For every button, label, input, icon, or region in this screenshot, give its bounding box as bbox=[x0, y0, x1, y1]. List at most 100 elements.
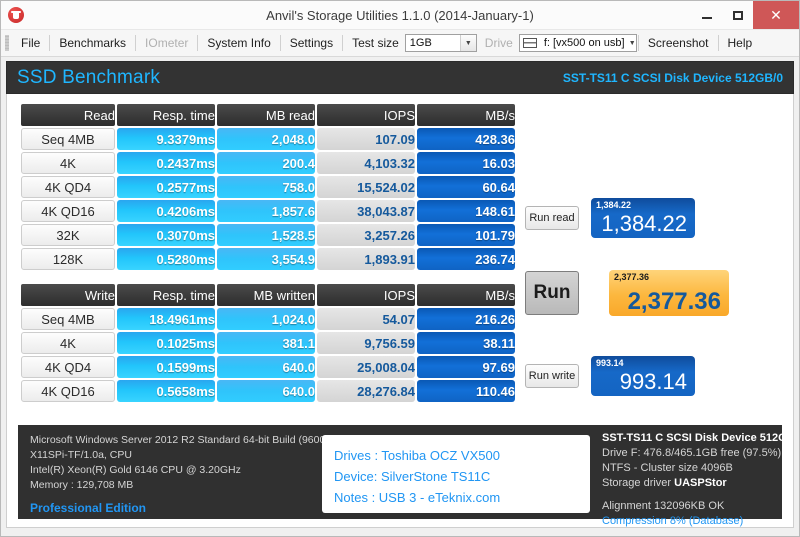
minimize-icon bbox=[701, 16, 712, 19]
read-row-label[interactable]: Seq 4MB bbox=[21, 128, 115, 150]
write-iops-value: 28,276.84 bbox=[317, 380, 415, 402]
read-mbs-value: 16.03 bbox=[417, 152, 515, 174]
read-mb-value: 758.0 bbox=[217, 176, 315, 198]
write-row-label[interactable]: 4K QD4 bbox=[21, 356, 115, 378]
toolbar-separator bbox=[49, 35, 51, 51]
write-col-header-3: IOPS bbox=[317, 284, 415, 306]
toolbar-separator bbox=[279, 35, 281, 51]
write-mbs-value: 216.26 bbox=[417, 308, 515, 330]
menu-help[interactable]: Help bbox=[720, 33, 761, 53]
title-bar: Anvil's Storage Utilities 1.1.0 (2014-Ja… bbox=[1, 1, 799, 30]
read-row-label[interactable]: 4K QD16 bbox=[21, 200, 115, 222]
notes-device: Device: SilverStone TS11C bbox=[334, 469, 491, 484]
read-iops-value: 3,257.26 bbox=[317, 224, 415, 246]
write-col-header-1: Resp. time bbox=[117, 284, 215, 306]
read-resp-value: 0.3070ms bbox=[117, 224, 215, 246]
table-row: 32K 0.3070ms 1,528.5 3,257.26 101.79 bbox=[21, 224, 515, 246]
toolbar-separator bbox=[197, 35, 199, 51]
menu-screenshot[interactable]: Screenshot bbox=[640, 33, 717, 53]
test-size-label: Test size bbox=[352, 36, 399, 50]
menu-system-info[interactable]: System Info bbox=[199, 33, 278, 53]
total-score-small: 2,377.36 bbox=[614, 272, 650, 282]
read-mbs-value: 60.64 bbox=[417, 176, 515, 198]
write-score-value: 993.14 bbox=[619, 369, 687, 394]
read-mb-value: 2,048.0 bbox=[217, 128, 315, 150]
read-row-label[interactable]: 4K bbox=[21, 152, 115, 174]
main-content: Read Resp. time MB read IOPS MB/s Seq 4M… bbox=[6, 94, 794, 528]
run-read-button[interactable]: Run read bbox=[525, 206, 579, 230]
test-size-select[interactable]: 1GB ▼ bbox=[404, 34, 477, 52]
write-mb-value: 640.0 bbox=[217, 356, 315, 378]
write-row-label[interactable]: 4K bbox=[21, 332, 115, 354]
menu-iometer: IOmeter bbox=[145, 36, 189, 50]
read-col-header-3: IOPS bbox=[317, 104, 415, 126]
write-results-table: Write Resp. time MB written IOPS MB/s Se… bbox=[19, 282, 517, 404]
drive-info-title: SST-TS11 C SCSI Disk Device 512GB/0 bbox=[602, 432, 794, 444]
toolbar-separator bbox=[135, 35, 137, 51]
read-resp-value: 0.2437ms bbox=[117, 152, 215, 174]
read-row-label[interactable]: 4K QD4 bbox=[21, 176, 115, 198]
menu-settings[interactable]: Settings bbox=[282, 33, 341, 53]
maximize-button[interactable] bbox=[722, 1, 753, 29]
table-row: 4K QD16 0.4206ms 1,857.6 38,043.87 148.6… bbox=[21, 200, 515, 222]
chevron-down-icon[interactable]: ▼ bbox=[459, 35, 476, 51]
window-controls: ✕ bbox=[691, 1, 799, 29]
table-row: 4K QD4 0.2577ms 758.0 15,524.02 60.64 bbox=[21, 176, 515, 198]
write-score-row: Run write 993.14 993.14 bbox=[525, 356, 695, 396]
drive-alignment: Alignment 132096KB OK bbox=[602, 500, 725, 512]
read-mbs-value: 148.61 bbox=[417, 200, 515, 222]
drive-compression: Compression 8% (Database) bbox=[602, 515, 744, 527]
read-iops-value: 107.09 bbox=[317, 128, 415, 150]
read-iops-value: 15,524.02 bbox=[317, 176, 415, 198]
system-info-left: Microsoft Windows Server 2012 R2 Standar… bbox=[18, 425, 370, 519]
read-iops-value: 4,103.32 bbox=[317, 152, 415, 174]
read-results-table: Read Resp. time MB read IOPS MB/s Seq 4M… bbox=[19, 102, 517, 272]
read-resp-value: 0.4206ms bbox=[117, 200, 215, 222]
close-button[interactable]: ✕ bbox=[753, 1, 799, 29]
anvil-icon bbox=[8, 7, 24, 23]
write-row-label[interactable]: 4K QD16 bbox=[21, 380, 115, 402]
write-mb-value: 640.0 bbox=[217, 380, 315, 402]
read-col-header-2: MB read bbox=[217, 104, 315, 126]
total-score-panel: 2,377.36 2,377.36 bbox=[609, 270, 729, 316]
table-row: Seq 4MB 18.4961ms 1,024.0 54.07 216.26 bbox=[21, 308, 515, 330]
chevron-down-icon[interactable]: ▼ bbox=[629, 35, 636, 51]
drive-icon bbox=[522, 38, 537, 48]
system-info-panel: Microsoft Windows Server 2012 R2 Standar… bbox=[18, 425, 793, 527]
write-iops-value: 25,008.04 bbox=[317, 356, 415, 378]
table-row: 4K QD4 0.1599ms 640.0 25,008.04 97.69 bbox=[21, 356, 515, 378]
run-write-button[interactable]: Run write bbox=[525, 364, 579, 388]
drive-filesystem: NTFS - Cluster size 4096B bbox=[602, 462, 733, 474]
benchmark-tables: Read Resp. time MB read IOPS MB/s Seq 4M… bbox=[19, 102, 517, 404]
write-row-label[interactable]: Seq 4MB bbox=[21, 308, 115, 330]
read-mbs-value: 428.36 bbox=[417, 128, 515, 150]
menu-file[interactable]: File bbox=[13, 33, 48, 53]
app-window: Anvil's Storage Utilities 1.1.0 (2014-Ja… bbox=[0, 0, 800, 537]
drive-select[interactable]: f: [vx500 on usb] ▼ bbox=[518, 34, 637, 52]
read-score-value: 1,384.22 bbox=[601, 211, 687, 236]
storage-driver-value: UASPStor bbox=[674, 477, 727, 489]
read-row-label[interactable]: 128K bbox=[21, 248, 115, 270]
run-button[interactable]: Run bbox=[525, 271, 579, 315]
write-mbs-value: 97.69 bbox=[417, 356, 515, 378]
notes-drives: Drives : Toshiba OCZ VX500 bbox=[334, 448, 500, 463]
table-row: 4K 0.2437ms 200.4 4,103.32 16.03 bbox=[21, 152, 515, 174]
write-resp-value: 0.5658ms bbox=[117, 380, 215, 402]
read-iops-value: 1,893.91 bbox=[317, 248, 415, 270]
read-col-header-1: Resp. time bbox=[117, 104, 215, 126]
maximize-icon bbox=[732, 10, 743, 20]
window-title: Anvil's Storage Utilities 1.1.0 (2014-Ja… bbox=[266, 7, 534, 23]
read-resp-value: 0.2577ms bbox=[117, 176, 215, 198]
page-title: SSD Benchmark bbox=[17, 66, 161, 88]
menu-benchmarks[interactable]: Benchmarks bbox=[51, 33, 134, 53]
notes-box[interactable]: Drives : Toshiba OCZ VX500 Device: Silve… bbox=[322, 435, 590, 513]
toolbar-separator bbox=[342, 35, 344, 51]
toolbar-grip[interactable] bbox=[5, 35, 9, 51]
main-toolbar: File Benchmarks IOmeter System Info Sett… bbox=[1, 30, 799, 57]
cpu-line: Intel(R) Xeon(R) Gold 6146 CPU @ 3.20GHz bbox=[30, 464, 241, 476]
test-size-value: 1GB bbox=[409, 37, 432, 49]
minimize-button[interactable] bbox=[691, 1, 722, 29]
write-score-small: 993.14 bbox=[596, 358, 624, 368]
read-row-label[interactable]: 32K bbox=[21, 224, 115, 246]
